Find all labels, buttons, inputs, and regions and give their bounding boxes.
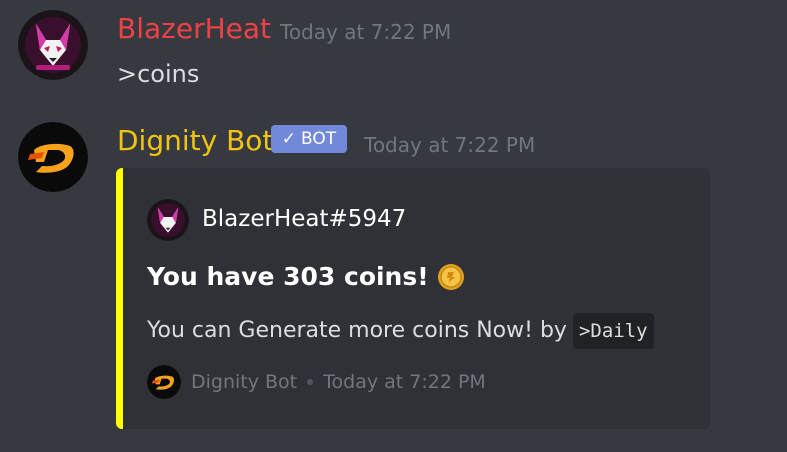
embed-color-bar [116, 168, 123, 429]
coin-icon [437, 263, 465, 291]
bot-tag-badge: ✓ BOT [271, 125, 347, 153]
dignity-d-logo-icon [147, 365, 181, 399]
footer-text: Dignity Bot [191, 371, 298, 393]
username-text[interactable]: BlazerHeat [117, 12, 271, 45]
daily-command-code: >Daily [572, 313, 654, 349]
username-dignity-bot[interactable]: Dignity Bot [117, 124, 273, 158]
bot-username-text[interactable]: Dignity Bot [117, 124, 273, 157]
embed-title-text: You have 303 coins! [147, 262, 429, 291]
embed-title: You have 303 coins! [147, 260, 465, 294]
checkmark-icon: ✓ [281, 129, 297, 149]
fox-mask-avatar-icon[interactable] [18, 10, 88, 80]
embed-author-name[interactable]: BlazerHeat#5947 [202, 204, 406, 234]
embed-description-text: You can Generate more coins Now! by [147, 318, 567, 343]
embed-author-avatar-icon[interactable] [147, 199, 189, 241]
footer-timestamp: Today at 7:22 PM [323, 371, 486, 393]
username-blazerheat[interactable]: BlazerHeat [117, 12, 271, 46]
footer-separator-dot [307, 379, 314, 385]
embed-description: You can Generate more coins Now! by >Dai… [147, 313, 654, 349]
message-timestamp: Today at 7:22 PM [364, 133, 536, 157]
message-timestamp: Today at 7:22 PM [280, 20, 452, 44]
dignity-d-logo-icon[interactable] [18, 122, 88, 192]
chat-area: BlazerHeat Today at 7:22 PM >coins Digni… [0, 0, 787, 452]
message-content: >coins [117, 60, 200, 88]
embed-footer: Dignity Bot Today at 7:22 PM [147, 365, 486, 399]
bot-tag-label: BOT [301, 129, 337, 149]
coins-embed: BlazerHeat#5947 You have 303 coins! You … [116, 168, 710, 429]
